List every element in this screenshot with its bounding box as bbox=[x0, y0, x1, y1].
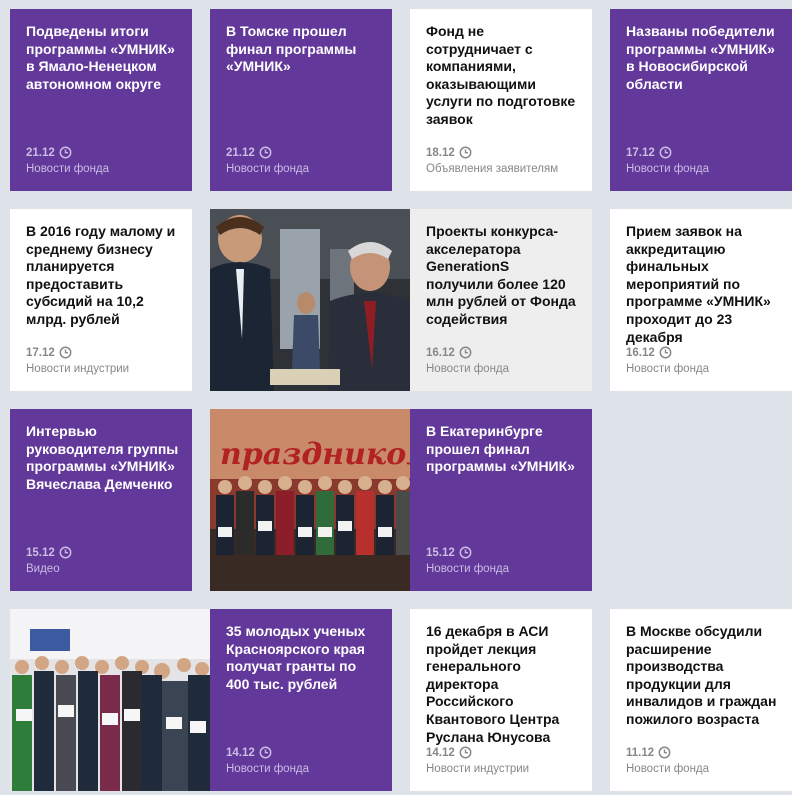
news-photo[interactable]: праздником bbox=[210, 409, 410, 591]
news-date: 15.12 bbox=[426, 546, 455, 559]
news-title[interactable]: В Москве обсудили расширение производств… bbox=[626, 623, 780, 729]
news-title[interactable]: Прием заявок на аккредитацию финальных м… bbox=[626, 223, 780, 346]
news-date: 17.12 bbox=[626, 146, 655, 159]
news-category[interactable]: Новости фонда bbox=[626, 363, 782, 375]
clock-icon bbox=[658, 746, 671, 759]
clock-icon bbox=[459, 746, 472, 759]
news-category[interactable]: Новости фонда bbox=[426, 563, 582, 575]
news-category[interactable]: Новости фонда bbox=[626, 163, 782, 175]
news-category[interactable]: Новости индустрии bbox=[26, 363, 182, 375]
news-category[interactable]: Новости фонда bbox=[226, 163, 382, 175]
news-card[interactable]: В Томске прошел финал программы «УМНИК» … bbox=[210, 9, 392, 191]
news-card[interactable]: 35 молодых ученых Красноярского края пол… bbox=[210, 609, 392, 791]
news-date: 15.12 bbox=[26, 546, 55, 559]
news-title[interactable]: В Екатеринбурге прошел финал программы «… bbox=[426, 423, 580, 476]
news-card[interactable]: В 2016 году малому и среднему бизнесу пл… bbox=[10, 209, 192, 391]
clock-icon bbox=[659, 146, 672, 159]
clock-icon bbox=[659, 346, 672, 359]
news-title[interactable]: 16 декабря в АСИ пройдет лекция генераль… bbox=[426, 623, 580, 746]
news-photo[interactable] bbox=[210, 209, 410, 391]
news-title[interactable]: В Томске прошел финал программы «УМНИК» bbox=[226, 23, 380, 76]
news-category[interactable]: Новости фонда bbox=[626, 763, 782, 775]
news-date: 18.12 bbox=[426, 146, 455, 159]
news-category[interactable]: Новости фонда bbox=[226, 763, 382, 775]
news-title[interactable]: Подведены итоги программы «УМНИК» в Ямал… bbox=[26, 23, 180, 93]
news-card[interactable]: Фонд не сотрудничает с компаниями, оказы… bbox=[410, 9, 592, 191]
clock-icon bbox=[59, 146, 72, 159]
news-date: 21.12 bbox=[226, 146, 255, 159]
clock-icon bbox=[459, 346, 472, 359]
news-photo[interactable] bbox=[10, 609, 210, 791]
news-card[interactable]: Подведены итоги программы «УМНИК» в Ямал… bbox=[10, 9, 192, 191]
news-title[interactable]: В 2016 году малому и среднему бизнесу пл… bbox=[26, 223, 180, 329]
news-card[interactable]: В Москве обсудили расширение производств… bbox=[610, 609, 792, 791]
news-date: 11.12 bbox=[626, 746, 655, 759]
news-category[interactable]: Новости индустрии bbox=[426, 763, 582, 775]
news-category[interactable]: Объявления заявителям bbox=[426, 163, 582, 175]
clock-icon bbox=[459, 146, 472, 159]
news-card[interactable]: 16 декабря в АСИ пройдет лекция генераль… bbox=[410, 609, 592, 791]
news-title[interactable]: Названы победители программы «УМНИК» в Н… bbox=[626, 23, 780, 93]
news-title[interactable]: 35 молодых ученых Красноярского края пол… bbox=[226, 623, 380, 693]
clock-icon bbox=[259, 146, 272, 159]
news-date: 16.12 bbox=[626, 346, 655, 359]
news-category[interactable]: Новости фонда bbox=[426, 363, 582, 375]
news-date: 16.12 bbox=[426, 346, 455, 359]
news-category[interactable]: Видео bbox=[26, 563, 182, 575]
news-date: 14.12 bbox=[226, 746, 255, 759]
clock-icon bbox=[459, 546, 472, 559]
clock-icon bbox=[59, 546, 72, 559]
news-card[interactable]: В Екатеринбурге прошел финал программы «… bbox=[410, 409, 592, 591]
news-date: 17.12 bbox=[26, 346, 55, 359]
news-card[interactable]: Названы победители программы «УМНИК» в Н… bbox=[610, 9, 792, 191]
news-card[interactable]: Интервью руководителя группы программы «… bbox=[10, 409, 192, 591]
news-category[interactable]: Новости фонда bbox=[26, 163, 182, 175]
news-title[interactable]: Интервью руководителя группы программы «… bbox=[26, 423, 180, 493]
clock-icon bbox=[259, 746, 272, 759]
clock-icon bbox=[59, 346, 72, 359]
news-card[interactable]: Прием заявок на аккредитацию финальных м… bbox=[610, 209, 792, 391]
news-card[interactable]: Проекты конкурса-акселератора Generation… bbox=[410, 209, 592, 391]
news-title[interactable]: Проекты конкурса-акселератора Generation… bbox=[426, 223, 580, 329]
photo-banner-text: праздником bbox=[220, 437, 410, 472]
news-grid: Подведены итоги программы «УМНИК» в Ямал… bbox=[0, 0, 792, 795]
news-date: 21.12 bbox=[26, 146, 55, 159]
news-date: 14.12 bbox=[426, 746, 455, 759]
news-title[interactable]: Фонд не сотрудничает с компаниями, оказы… bbox=[426, 23, 580, 129]
